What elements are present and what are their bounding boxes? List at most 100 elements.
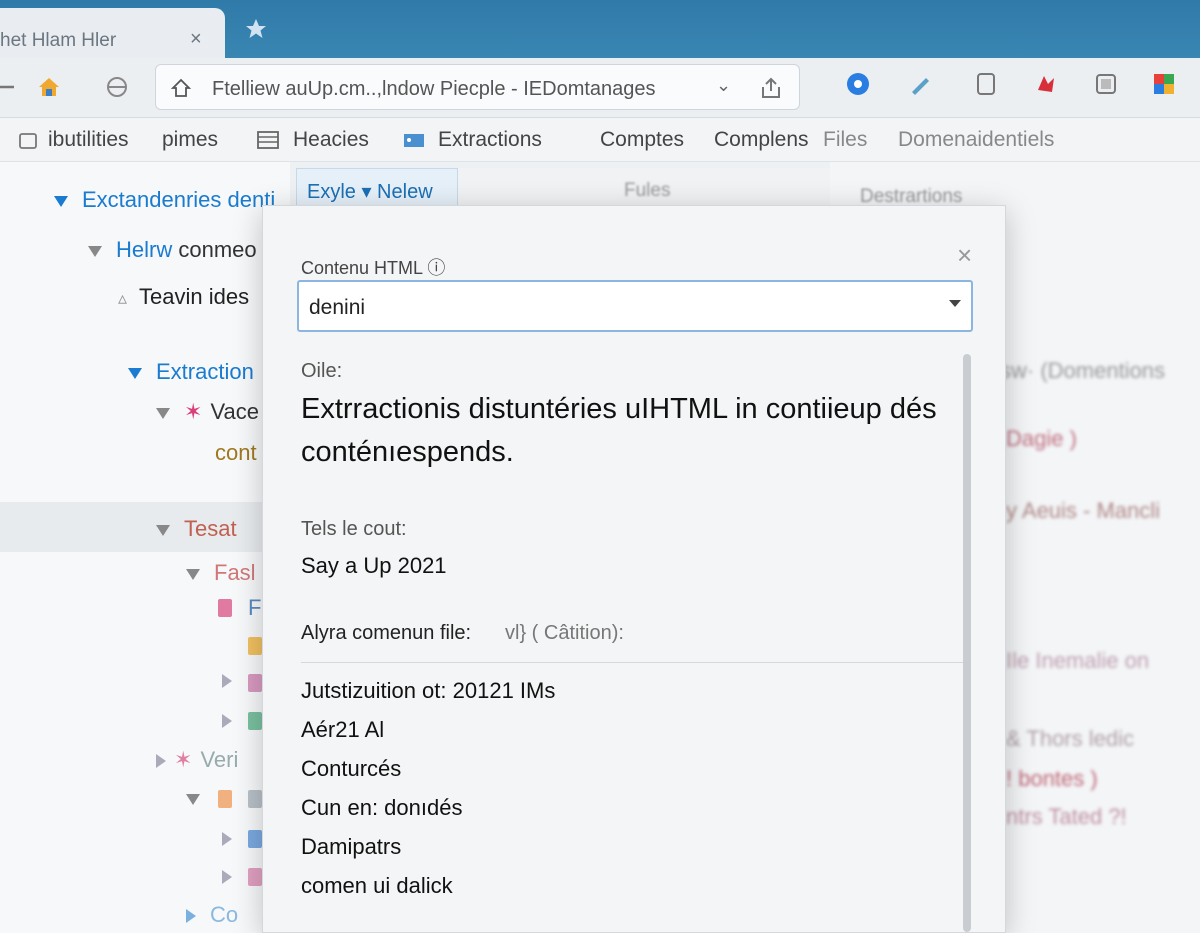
tree-item-vace[interactable]: ✶ Vace — [156, 399, 259, 425]
divider — [301, 662, 963, 663]
content-select[interactable]: denini — [297, 280, 973, 332]
home-icon[interactable] — [36, 74, 62, 100]
chevron-down-icon[interactable] — [949, 300, 961, 307]
expand-icon[interactable] — [186, 794, 200, 805]
expand-icon[interactable] — [156, 524, 170, 536]
collapse-icon[interactable] — [222, 714, 232, 728]
bookmark-utilities[interactable]: ibutilities — [48, 128, 129, 152]
list-item[interactable]: Aér21 Al — [301, 717, 384, 743]
reload-icon[interactable] — [104, 74, 130, 100]
tree-item-extraction[interactable]: Extraction — [128, 359, 254, 385]
list-item[interactable]: Jutstizuition ot: 20121 IMs — [301, 678, 555, 704]
bookmark-complens[interactable]: Complens — [714, 128, 809, 152]
field-label-extra: vl} ( Câtition): — [505, 622, 624, 644]
dialog-tab[interactable]: Exyle ▾ Nelew — [296, 168, 458, 210]
right-text-1: sw· (Domentions — [1000, 358, 1166, 383]
list-item[interactable]: Cun en: donıdés — [301, 795, 462, 821]
tree-panel: Exctandenries denti Helrw conmeo ▵ Teavin… — [0, 162, 290, 933]
dialog-header-label: Contenu HTML ⓘ — [301, 258, 446, 278]
bookmark-pimes[interactable]: pimes — [162, 128, 218, 152]
file-type-icon — [248, 674, 262, 692]
tree-item-root[interactable]: Exctandenries denti — [54, 187, 275, 213]
new-tab-icon[interactable] — [243, 16, 269, 42]
warning-icon: ▵ — [118, 288, 128, 308]
file-type-icon — [248, 790, 262, 808]
bookmark-domenaidentiels[interactable]: Domenaidentiels — [898, 128, 1054, 152]
file-type-icon — [248, 868, 262, 886]
html-content-dialog: Contenu HTML ⓘ × denini Oile: Extrractio… — [262, 205, 1006, 933]
close-icon[interactable]: × — [957, 240, 972, 271]
extension-page-icon[interactable] — [972, 70, 1000, 98]
bookmarks-bar: ibutilities pimes Heacies Extractions Co… — [0, 118, 1200, 162]
table-icon — [257, 131, 279, 149]
field-value-description: Extrractionis distuntéries uIHTML in con… — [301, 393, 937, 468]
field-value-date: Say a Up 2021 — [301, 553, 447, 578]
collapse-icon[interactable] — [156, 754, 166, 769]
bookmark-extractions[interactable]: Extractions — [438, 128, 542, 152]
list-item[interactable]: Damipatrs — [301, 834, 401, 860]
extension-pen-icon[interactable] — [906, 70, 934, 98]
right-text-5: & Thors ledic — [1006, 726, 1134, 751]
file-type-icon — [218, 599, 232, 617]
expand-icon[interactable] — [88, 245, 102, 257]
field-label-cout: Tels le cout: — [301, 518, 407, 540]
extension-box-icon[interactable] — [1092, 70, 1120, 98]
list-item[interactable]: comen ui dalick — [301, 873, 453, 899]
star-icon: ✶ — [174, 747, 193, 772]
extractions-icon — [404, 134, 424, 147]
field-label-file: Alyra comenun file: — [301, 622, 472, 644]
bookmark-files[interactable]: Files — [823, 128, 867, 152]
tab-title: het Hlam Hler — [0, 30, 117, 51]
files-label[interactable]: Fules — [624, 180, 670, 202]
dialog-tab-label: Exyle ▾ Nelew — [307, 181, 433, 203]
back-icon[interactable] — [0, 74, 20, 100]
expand-icon[interactable] — [186, 568, 200, 580]
right-text-3: y Aeuis - Mancli — [1006, 498, 1161, 523]
tree-row-highlight — [0, 502, 290, 552]
folder-icon — [19, 133, 37, 149]
tree-item-cont[interactable]: cont — [215, 440, 257, 466]
collapse-icon[interactable] — [222, 674, 232, 688]
tab-close-icon[interactable]: × — [190, 28, 202, 51]
site-info-icon[interactable] — [170, 77, 192, 99]
right-text-6: ! bontes ) — [1006, 766, 1098, 791]
tree-item-tesat[interactable]: Tesat — [156, 516, 237, 542]
expand-icon[interactable] — [54, 195, 68, 207]
tree-item-helrw[interactable]: Helrw conmeo — [88, 237, 257, 263]
file-type-icon — [248, 637, 262, 655]
field-label-oile: Oile: — [301, 360, 343, 382]
extension-blue-icon[interactable] — [844, 70, 872, 98]
scrollbar[interactable] — [963, 354, 971, 932]
right-text-7: ntrs Tated ?! — [1006, 804, 1127, 829]
address-bar[interactable]: Ftelliew auUp.cm..,lndow Piecple - IEDom… — [155, 64, 800, 110]
right-text-4: Ile Inemalie on — [1006, 648, 1150, 673]
expand-icon[interactable] — [156, 407, 170, 419]
panel-toolbar: Fules — [458, 168, 830, 210]
right-text-2: Dagie ) — [1006, 426, 1077, 451]
file-type-icon — [248, 712, 262, 730]
collapse-icon[interactable] — [186, 909, 196, 924]
bookmark-comptes[interactable]: Comptes — [600, 128, 684, 152]
select-value: denini — [309, 296, 366, 319]
browser-titlebar: het Hlam Hler × — [0, 0, 1200, 58]
bookmark-heacies[interactable]: Heacies — [293, 128, 369, 152]
collapse-icon[interactable] — [222, 832, 232, 846]
address-dropdown-icon[interactable]: ⌄ — [716, 75, 731, 96]
address-text[interactable]: Ftelliew auUp.cm..,lndow Piecple - IEDom… — [212, 78, 656, 101]
collapse-icon[interactable] — [222, 870, 232, 884]
browser-tab[interactable]: het Hlam Hler × — [0, 8, 225, 58]
file-type-icon — [248, 830, 262, 848]
star-icon: ✶ — [184, 399, 203, 424]
file-type-icon — [218, 790, 232, 808]
tree-item-fasl[interactable]: Fasl — [186, 560, 256, 586]
extension-grid-icon[interactable] — [1150, 70, 1178, 98]
share-icon[interactable] — [758, 75, 784, 101]
tree-item-co[interactable]: Co — [186, 902, 238, 928]
list-item[interactable]: Conturcés — [301, 756, 401, 782]
navigation-bar: Ftelliew auUp.cm..,lndow Piecple - IEDom… — [0, 58, 1200, 118]
tree-item-veri[interactable]: ✶ Veri — [156, 747, 238, 773]
tree-item-teavin[interactable]: ▵ Teavin ides — [118, 284, 249, 310]
expand-icon[interactable] — [128, 367, 142, 379]
tree-item-f[interactable]: F — [248, 595, 261, 621]
extension-red-icon[interactable] — [1032, 70, 1060, 98]
